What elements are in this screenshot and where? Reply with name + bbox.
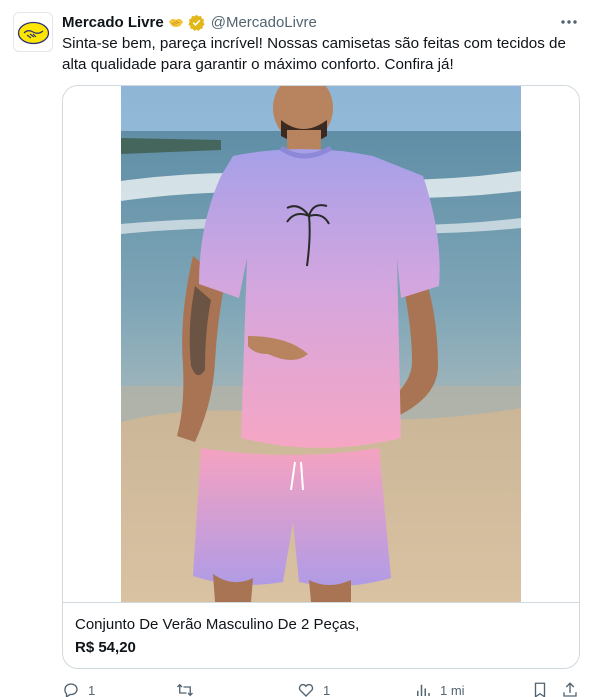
verified-badge-icon[interactable] [188,14,205,31]
tweet-actions: 1 1 1 mi [62,680,582,697]
like-count: 1 [323,682,331,697]
retweet-button[interactable] [175,680,203,697]
product-card[interactable]: Conjunto De Verão Masculino De 2 Peças, … [62,85,580,669]
product-image[interactable] [63,86,579,602]
tweet[interactable]: Mercado Livre @MercadoLivre Sinta-se bem… [0,0,597,697]
product-title[interactable]: Conjunto De Verão Masculino De 2 Peças, [75,616,359,633]
mercado-livre-logo-icon [17,21,50,45]
share-button[interactable] [561,680,579,697]
author-handle[interactable]: @MercadoLivre [211,14,317,31]
tweet-text: Sinta-se bem, pareça incrível! Nossas ca… [62,35,566,73]
handshake-emoji-icon [168,18,183,27]
tweet-header: Mercado Livre @MercadoLivre [62,12,317,32]
bookmark-icon [534,682,546,697]
views-button[interactable]: 1 mi [414,680,465,697]
share-icon [563,682,577,697]
avatar[interactable] [13,12,53,52]
views-count: 1 mi [440,682,465,697]
reply-icon [64,683,78,697]
author-name[interactable]: Mercado Livre [62,14,164,31]
card-divider [63,602,579,603]
like-button[interactable]: 1 [297,680,330,697]
views-icon [417,684,430,696]
reply-button[interactable]: 1 [62,680,95,697]
heart-icon [298,683,314,697]
bookmark-button[interactable] [532,680,548,697]
product-price[interactable]: R$ 54,20 [75,639,136,656]
carousel-next-button[interactable] [533,360,565,392]
retweet-icon [177,683,193,697]
reply-count: 1 [88,682,96,697]
